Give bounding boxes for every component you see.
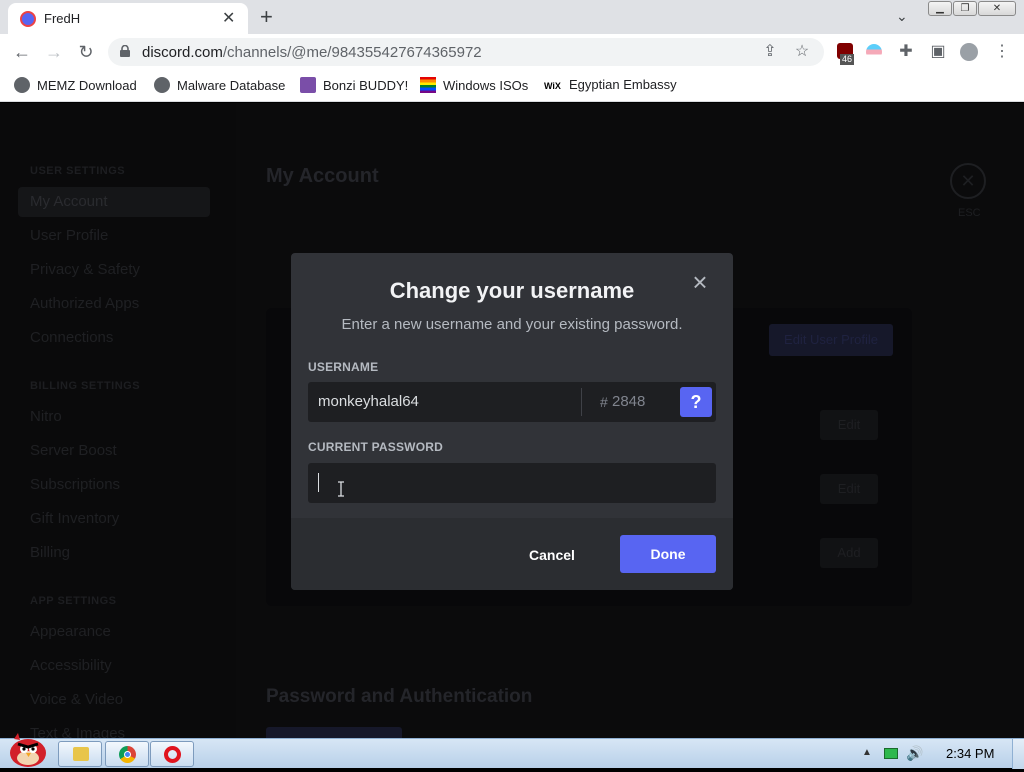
tab-search-chevron-icon[interactable]: ⌄	[896, 8, 908, 25]
close-settings-icon[interactable]: ✕	[950, 163, 986, 199]
modal-subtitle: Enter a new username and your existing p…	[341, 316, 683, 333]
text-caret	[318, 473, 319, 492]
edit-button[interactable]: Edit	[820, 410, 878, 440]
share-icon[interactable]: ⇪	[760, 42, 780, 62]
lock-icon[interactable]	[120, 45, 130, 57]
username-value[interactable]: monkeyhalal64	[318, 393, 419, 410]
sidebar-item-voice-video[interactable]: Voice & Video	[30, 691, 123, 708]
page-title: My Account	[266, 165, 379, 187]
change-password-button[interactable]	[266, 727, 402, 738]
rainbow-flag-icon	[420, 77, 436, 93]
globe-icon	[14, 77, 30, 93]
section-title: Password and Authentication	[266, 686, 533, 707]
settings-sidebar: USER SETTINGS My Account User Profile Pr…	[0, 103, 236, 738]
tab-strip: FredH ✕ + ⌄ ▁ ❐ ✕	[0, 0, 1024, 34]
forward-button[interactable]: →	[42, 40, 66, 64]
bookmarks-bar: MEMZ Download Malware Database Bonzi BUD…	[0, 70, 1024, 102]
edit-button[interactable]: Edit	[820, 474, 878, 504]
discriminator-value: 2848	[612, 393, 646, 410]
browser-toolbar: ← → ↻ discord.com/channels/@me/984355427…	[0, 34, 1024, 70]
sidebar-item-authorized-apps[interactable]: Authorized Apps	[30, 295, 139, 312]
globe-icon	[154, 77, 170, 93]
modal-footer: Cancel Done	[291, 518, 733, 590]
discriminator-hash: #	[600, 394, 608, 410]
reload-button[interactable]: ↻	[74, 40, 98, 64]
taskbar-chrome-icon[interactable]	[105, 741, 149, 767]
bookmark-malware-db[interactable]: Malware Database	[154, 77, 285, 93]
extensions-puzzle-icon[interactable]: ✚	[896, 42, 916, 62]
wix-icon: WiX	[544, 81, 561, 91]
back-button[interactable]: ←	[10, 40, 34, 64]
password-label: CURRENT PASSWORD	[308, 440, 443, 454]
tab-title: FredH	[44, 11, 81, 26]
bookmark-memz[interactable]: MEMZ Download	[14, 77, 137, 93]
show-hidden-icons-icon[interactable]: ▲	[862, 747, 872, 758]
bookmark-star-icon[interactable]: ☆	[792, 42, 812, 62]
show-desktop-button[interactable]	[1012, 739, 1024, 769]
sidebar-item-my-account[interactable]: My Account	[30, 193, 108, 210]
sidebar-item-billing[interactable]: Billing	[30, 544, 70, 561]
username-field[interactable]: monkeyhalal64 # 2848 ?	[308, 382, 716, 422]
done-button[interactable]: Done	[620, 535, 716, 573]
esc-label: ESC	[958, 207, 981, 219]
sidebar-item-gift-inventory[interactable]: Gift Inventory	[30, 510, 119, 527]
address-bar[interactable]: discord.com/channels/@me/984355427674365…	[108, 38, 824, 66]
profile-avatar-icon[interactable]	[959, 42, 979, 62]
sidebar-heading: BILLING SETTINGS	[30, 380, 141, 392]
sidebar-item-appearance[interactable]: Appearance	[30, 623, 111, 640]
menu-dots-icon[interactable]: ⋮	[992, 42, 1012, 62]
password-field[interactable]	[308, 463, 716, 503]
start-button-angry-bird-icon[interactable]	[4, 731, 48, 767]
minimize-button[interactable]: ▁	[928, 1, 952, 16]
tab-active[interactable]: FredH ✕	[8, 3, 248, 34]
taskbar-explorer-icon[interactable]	[58, 741, 102, 767]
taskbar-opera-icon[interactable]	[150, 741, 194, 767]
tab-close-icon[interactable]: ✕	[222, 8, 235, 28]
bonzi-icon	[300, 77, 316, 93]
ibeam-cursor-icon	[338, 481, 344, 497]
help-button[interactable]: ?	[680, 387, 712, 417]
sidebar-item-connections[interactable]: Connections	[30, 329, 113, 346]
new-tab-button[interactable]: +	[260, 4, 273, 30]
discord-favicon-icon	[20, 11, 36, 27]
bookmark-windows-isos[interactable]: Windows ISOs	[420, 77, 528, 93]
bookmark-egyptian-embassy[interactable]: WiX Egyptian Embassy	[544, 77, 677, 97]
volume-icon[interactable]: 🔊	[906, 745, 923, 762]
taskbar: ▲ 🔊 2:34 PM	[0, 733, 1024, 769]
extension-badge: 46	[840, 54, 855, 65]
bookmark-bonzi[interactable]: Bonzi BUDDY!	[300, 77, 408, 93]
url-text: discord.com/channels/@me/984355427674365…	[142, 44, 482, 61]
sidebar-heading: USER SETTINGS	[30, 165, 126, 177]
change-username-modal: × Change your username Enter a new usern…	[291, 253, 733, 590]
extension-ublock-icon[interactable]: 46	[834, 42, 856, 65]
add-button[interactable]: Add	[820, 538, 878, 568]
network-icon[interactable]	[884, 748, 898, 759]
sidebar-item-server-boost[interactable]: Server Boost	[30, 442, 117, 459]
close-window-button[interactable]: ✕	[978, 1, 1016, 16]
edit-user-profile-button[interactable]: Edit User Profile	[769, 324, 893, 356]
sidebar-item-privacy[interactable]: Privacy & Safety	[30, 261, 140, 278]
sidebar-item-accessibility[interactable]: Accessibility	[30, 657, 112, 674]
sidebar-heading: APP SETTINGS	[30, 595, 117, 607]
field-divider	[581, 388, 582, 416]
cancel-button[interactable]: Cancel	[529, 547, 575, 563]
username-label: USERNAME	[308, 360, 379, 374]
clock[interactable]: 2:34 PM	[946, 746, 994, 761]
modal-title: Change your username	[389, 278, 635, 303]
sidebar-item-user-profile[interactable]: User Profile	[30, 227, 108, 244]
restore-button[interactable]: ❐	[953, 1, 977, 16]
side-panel-icon[interactable]: ▣	[928, 42, 948, 62]
sidebar-item-subscriptions[interactable]: Subscriptions	[30, 476, 120, 493]
extension-flag-icon[interactable]	[864, 42, 884, 62]
sidebar-item-nitro[interactable]: Nitro	[30, 408, 62, 425]
